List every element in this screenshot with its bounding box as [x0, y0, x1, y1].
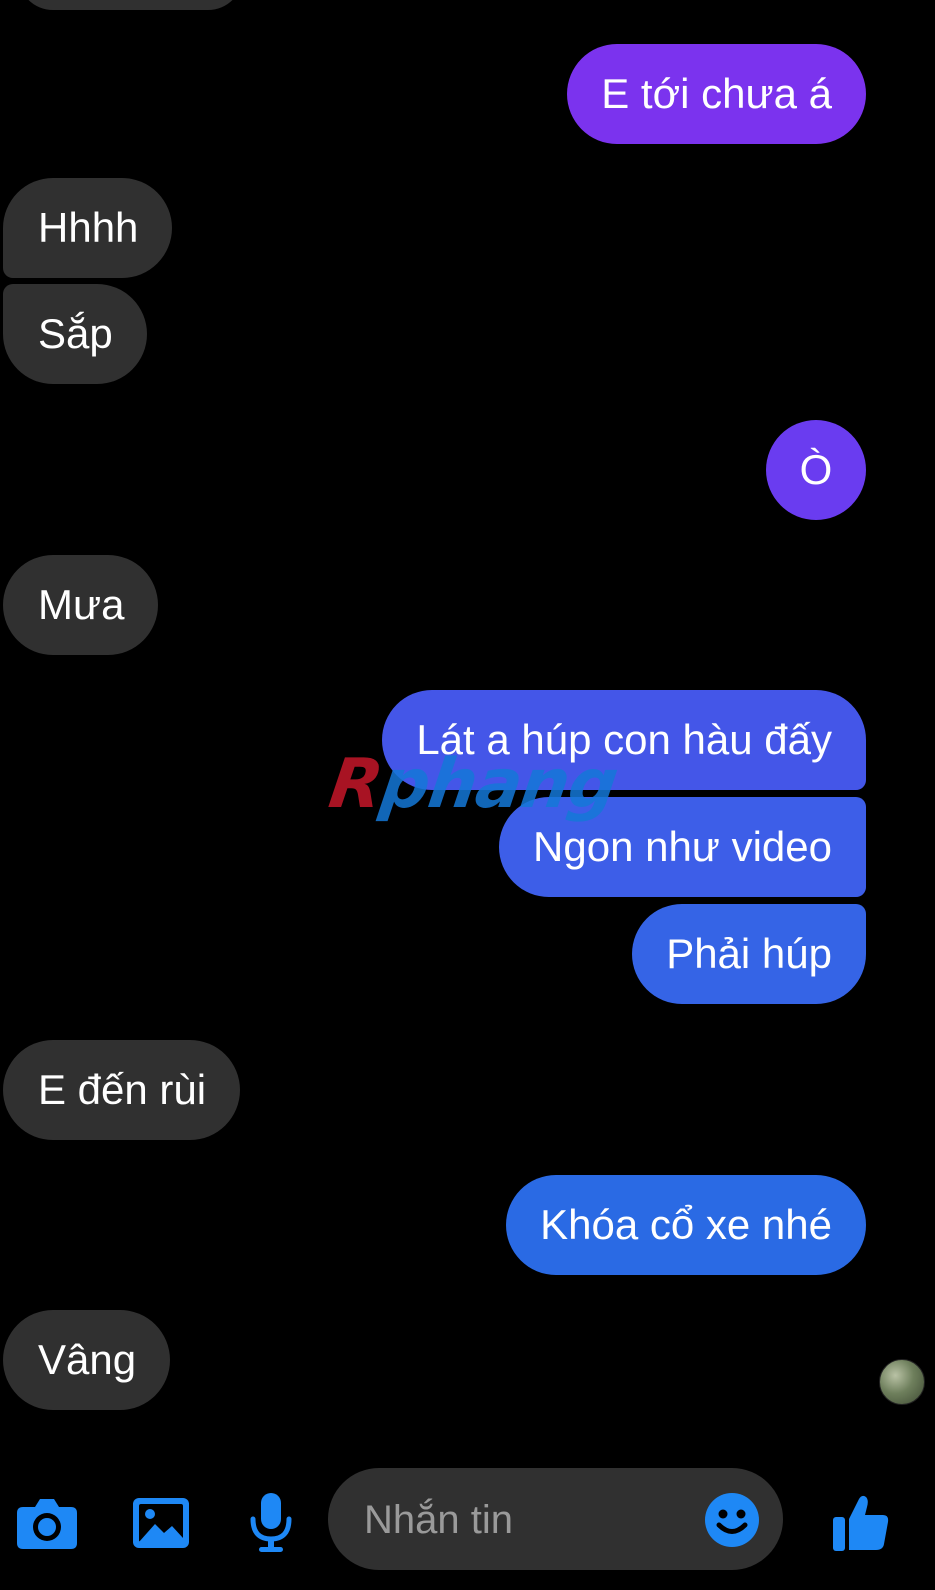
message-bubble-outgoing[interactable]: E tới chưa á	[567, 44, 866, 144]
camera-icon	[17, 1499, 77, 1549]
gallery-button[interactable]	[126, 1488, 196, 1558]
image-icon	[133, 1498, 189, 1548]
voice-button[interactable]	[236, 1488, 306, 1558]
message-bubble-incoming	[18, 0, 243, 10]
seen-receipt-avatar	[879, 1359, 925, 1405]
message-bubble-outgoing[interactable]: Khóa cổ xe nhé	[506, 1175, 866, 1275]
thumbs-up-icon	[833, 1495, 889, 1551]
microphone-icon	[250, 1493, 292, 1552]
message-bubble-incoming[interactable]: Vâng	[3, 1310, 171, 1410]
camera-button[interactable]	[12, 1488, 82, 1558]
message-bubble-outgoing[interactable]: Ò	[766, 420, 866, 520]
message-bubble-incoming[interactable]: Sắp	[3, 284, 147, 384]
message-bubble-outgoing[interactable]: Phải húp	[632, 904, 866, 1004]
watermark-logo: Rphang	[324, 745, 622, 824]
message-composer	[0, 1450, 935, 1590]
message-input-box[interactable]	[328, 1468, 783, 1572]
message-bubble-incoming[interactable]: E đến rùi	[3, 1040, 241, 1140]
emoji-button[interactable]	[704, 1492, 760, 1548]
message-bubble-incoming[interactable]: Hhhh	[3, 178, 173, 278]
emoji-icon	[705, 1493, 759, 1547]
message-bubble-incoming[interactable]: Mưa	[3, 555, 159, 655]
message-input[interactable]	[362, 1468, 686, 1572]
like-button[interactable]	[826, 1488, 896, 1558]
